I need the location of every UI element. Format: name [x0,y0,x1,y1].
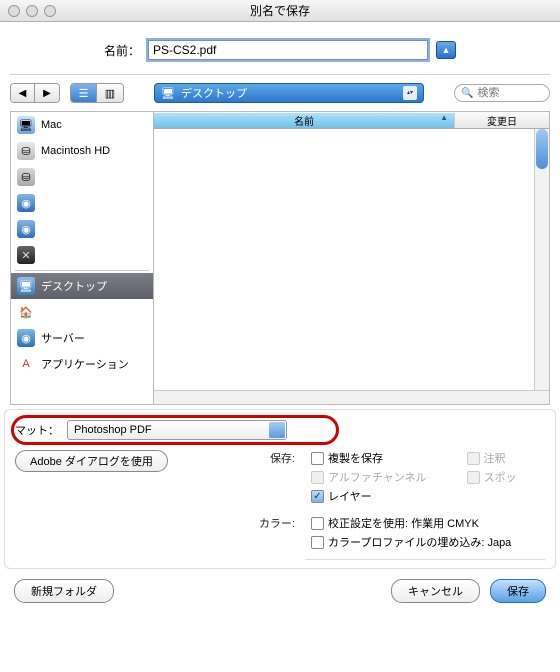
sidebar-item[interactable]: ◉ [11,190,153,216]
new-folder-button[interactable]: 新規フォルダ [14,579,114,603]
sidebar-item[interactable]: ⛁ [11,164,153,190]
search-input[interactable] [477,87,537,99]
format-select[interactable]: Photoshop PDF [67,420,287,440]
location-popup[interactable]: 🖥 デスクトップ ▴▾ [154,83,424,103]
titlebar: 別名で保存 [0,0,560,22]
filename-input[interactable] [148,40,428,60]
horizontal-scrollbar[interactable] [154,390,549,404]
disk-icon: ✕ [17,246,35,264]
column-name[interactable]: 名前 [154,113,455,128]
sidebar-item[interactable]: 🖥Mac [11,112,153,138]
hdd-icon: ⛁ [17,142,35,160]
sidebar-item[interactable]: ✕ [11,242,153,268]
forward-button[interactable]: ▶ [35,84,59,102]
view-switcher: ☰ ▥ [70,83,124,103]
globe-icon: ◉ [17,194,35,212]
applications-icon: A [17,355,35,373]
sidebar-item-desktop[interactable]: 🖥デスクトップ [11,273,153,299]
file-browser: 🖥Mac ⛁Macintosh HD ⛁ ◉ ◉ ✕ 🖥デスクトップ 🏠 ◉サー… [10,111,550,405]
spot-checkbox [467,471,480,484]
format-label: マット： [15,422,59,438]
server-icon: ◉ [17,329,35,347]
search-icon: 🔍 [461,88,473,99]
back-button[interactable]: ◀ [11,84,35,102]
filename-label: 名前： [104,42,140,59]
color-section-label: カラー: [245,515,295,553]
sidebar-item[interactable]: ◉サーバー [11,325,153,351]
globe-icon: ◉ [17,220,35,238]
options-panel: マット： Photoshop PDF Adobe ダイアログを使用 保存: 複製… [4,409,556,569]
file-list[interactable]: 名前 変更日 [154,112,550,404]
dialog-footer: 新規フォルダ キャンセル 保存 [0,569,560,613]
volume-icon: ⛁ [17,168,35,186]
window-title: 別名で保存 [0,2,560,19]
column-view-button[interactable]: ▥ [97,84,123,102]
nav-buttons: ◀ ▶ [10,83,60,103]
duplicate-checkbox[interactable] [311,452,324,465]
desktop-icon: 🖥 [161,87,175,100]
vertical-scrollbar[interactable] [534,129,549,390]
column-modified[interactable]: 変更日 [455,113,549,128]
cancel-button[interactable]: キャンセル [391,579,480,603]
chevron-updown-icon: ▴▾ [403,86,417,100]
list-view-button[interactable]: ☰ [71,84,97,102]
browser-toolbar: ◀ ▶ ☰ ▥ 🖥 デスクトップ ▴▾ 🔍 [0,75,560,111]
sidebar-item[interactable]: 🏠 [11,299,153,325]
layers-checkbox[interactable]: ✓ [311,490,324,503]
sidebar-item[interactable]: ⛁Macintosh HD [11,138,153,164]
search-field[interactable]: 🔍 [454,84,550,102]
proof-checkbox[interactable] [311,517,324,530]
home-icon: 🏠 [17,303,35,321]
filename-row: 名前： ▲ [0,22,560,74]
annotations-checkbox [467,452,480,465]
imac-icon: 🖥 [17,116,35,134]
disclosure-toggle[interactable]: ▲ [436,41,456,59]
desktop-icon: 🖥 [17,277,35,295]
column-headers: 名前 変更日 [154,112,549,129]
embed-profile-checkbox[interactable] [311,536,324,549]
sidebar-item[interactable]: ◉ [11,216,153,242]
adobe-dialog-button[interactable]: Adobe ダイアログを使用 [15,450,168,472]
location-label: デスクトップ [181,85,247,101]
save-section-label: 保存: [245,450,295,507]
sidebar-item[interactable]: Aアプリケーション [11,351,153,377]
alpha-checkbox [311,471,324,484]
save-button[interactable]: 保存 [490,579,546,603]
sidebar: 🖥Mac ⛁Macintosh HD ⛁ ◉ ◉ ✕ 🖥デスクトップ 🏠 ◉サー… [10,112,154,404]
